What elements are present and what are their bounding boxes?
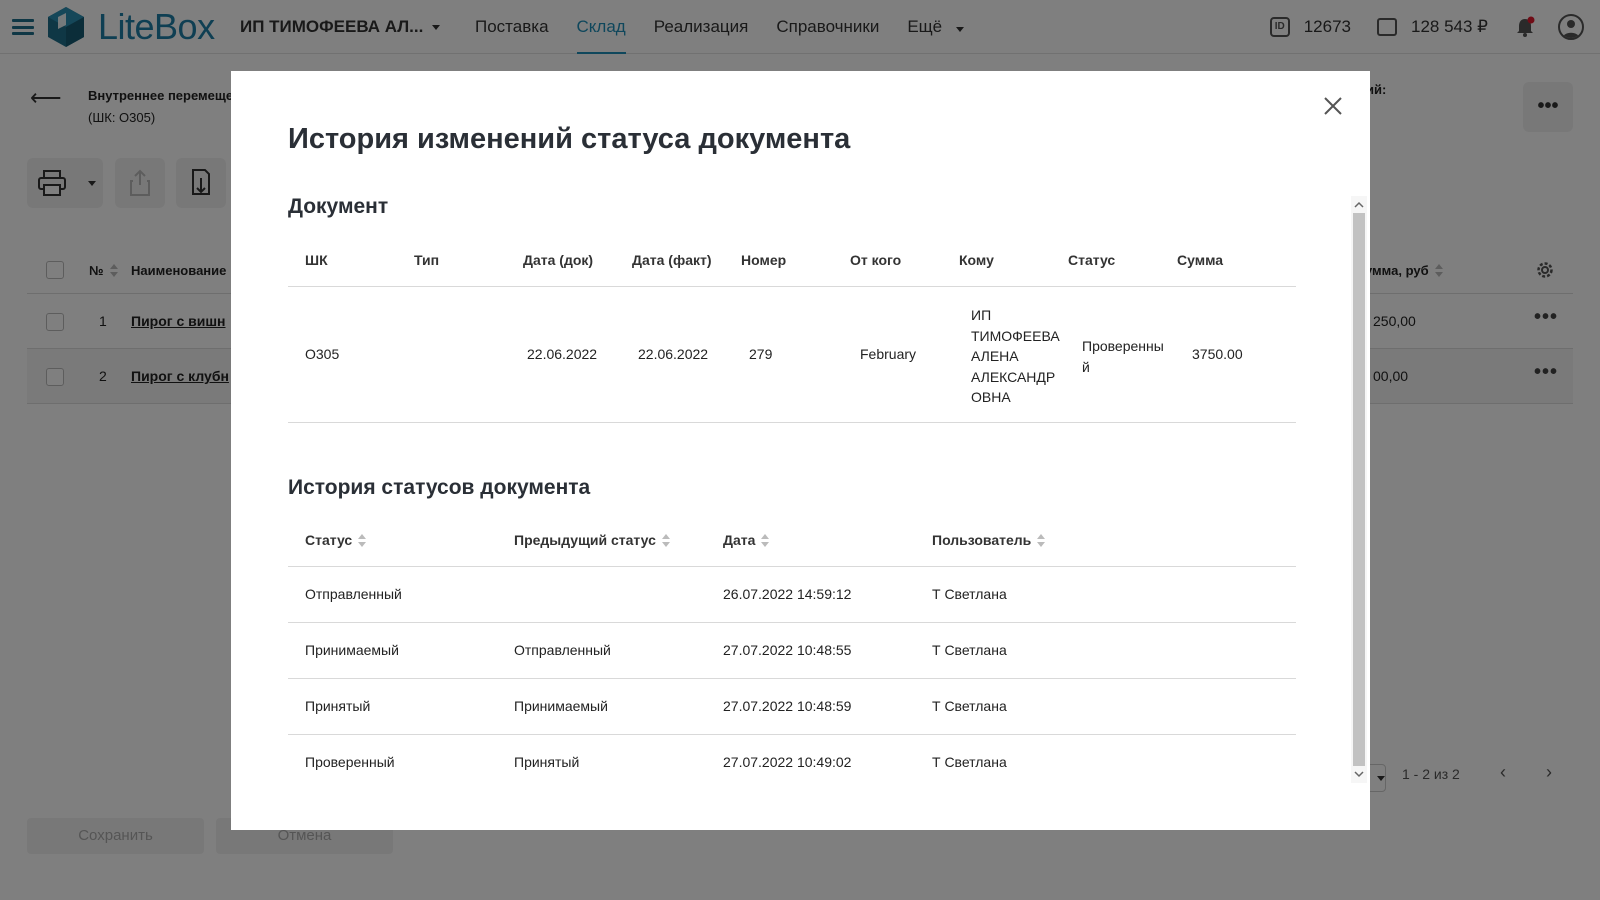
sort-icon <box>358 534 367 548</box>
col-number: Номер <box>741 252 787 268</box>
history-date: 27.07.2022 10:48:59 <box>723 698 852 714</box>
doc-status-line: Проверенны <box>1082 338 1164 354</box>
doc-number: 279 <box>749 346 773 362</box>
document-row: О305 22.06.2022 22.06.2022 279 February … <box>288 287 1296 423</box>
col-status-label: Статус <box>305 532 353 548</box>
scroll-thumb[interactable] <box>1353 213 1365 766</box>
col-prev-status[interactable]: Предыдущий статус <box>514 532 670 548</box>
doc-from: February <box>860 346 917 362</box>
col-user-label: Пользователь <box>932 532 1032 548</box>
scroll-up-icon[interactable] <box>1354 200 1364 210</box>
col-user[interactable]: Пользователь <box>932 532 1046 548</box>
doc-to-line: АЛЕНА <box>971 348 1019 364</box>
col-shk: ШК <box>305 252 328 268</box>
history-section-title: История статусов документа <box>288 476 591 499</box>
col-date-label: Дата <box>723 532 756 548</box>
col-type: Тип <box>414 252 440 268</box>
doc-status: Проверенны й <box>1082 336 1164 377</box>
doc-to-line: ИП <box>971 307 992 323</box>
history-table-header: Статус Предыдущий статус Дата Пользовате… <box>288 515 1296 567</box>
doc-shk: О305 <box>305 346 340 362</box>
table-row: Проверенный Принятый 27.07.2022 10:49:02… <box>288 735 1296 791</box>
col-to: Кому <box>959 252 994 268</box>
history-user: Т Светлана <box>932 698 1007 714</box>
table-row: Отправленный 26.07.2022 14:59:12 Т Светл… <box>288 567 1296 623</box>
doc-to-line: АЛЕКСАНДР <box>971 368 1056 385</box>
history-status: Отправленный <box>305 586 402 602</box>
history-date: 26.07.2022 14:59:12 <box>723 586 852 602</box>
col-status[interactable]: Статус <box>305 532 367 548</box>
history-date: 27.07.2022 10:49:02 <box>723 754 852 770</box>
col-date-doc: Дата (док) <box>523 252 594 268</box>
history-user: Т Светлана <box>932 586 1007 602</box>
col-prev-status-label: Предыдущий статус <box>514 532 656 548</box>
document-table: ШК Тип Дата (док) Дата (факт) Номер От к… <box>288 235 1296 423</box>
history-status: Принимаемый <box>305 642 399 658</box>
col-status: Статус <box>1068 252 1116 268</box>
doc-date-fact: 22.06.2022 <box>638 346 709 362</box>
doc-to-line: ОВНА <box>971 389 1011 405</box>
doc-to-line: ТИМОФЕЕВА <box>971 327 1060 344</box>
col-from: От кого <box>850 252 902 268</box>
modal-scrollbar[interactable] <box>1351 196 1367 783</box>
sort-icon <box>1037 534 1046 548</box>
doc-to: ИП ТИМОФЕЕВА АЛЕНА АЛЕКСАНДР ОВНА <box>971 305 1060 408</box>
sort-icon <box>661 534 670 548</box>
history-status: Принятый <box>305 698 371 714</box>
history-date: 27.07.2022 10:48:55 <box>723 642 852 658</box>
history-prev-status: Принимаемый <box>514 698 608 714</box>
history-user: Т Светлана <box>932 754 1007 770</box>
history-user: Т Светлана <box>932 642 1007 658</box>
col-sum: Сумма <box>1177 252 1224 268</box>
history-prev-status: Отправленный <box>514 642 611 658</box>
document-section-title: Документ <box>288 195 389 218</box>
scroll-down-icon[interactable] <box>1354 769 1364 779</box>
doc-status-line: й <box>1082 358 1090 375</box>
doc-date-doc: 22.06.2022 <box>527 346 598 362</box>
history-prev-status: Принятый <box>514 754 580 770</box>
modal-scroll-area: Документ ШК Тип Дата (док) Дата (факт) Н… <box>231 71 1350 830</box>
history-status: Проверенный <box>305 754 395 770</box>
col-date[interactable]: Дата <box>723 532 770 548</box>
col-date-fact: Дата (факт) <box>632 252 712 268</box>
sort-icon <box>761 534 770 548</box>
table-row: Принимаемый Отправленный 27.07.2022 10:4… <box>288 623 1296 679</box>
history-table: Статус Предыдущий статус Дата Пользовате… <box>288 515 1296 785</box>
doc-sum: 3750.00 <box>1192 346 1243 362</box>
table-row: Принятый Принимаемый 27.07.2022 10:48:59… <box>288 679 1296 735</box>
document-table-header: ШК Тип Дата (док) Дата (факт) Номер От к… <box>288 235 1296 287</box>
status-history-modal: История изменений статуса документа Доку… <box>231 71 1370 830</box>
